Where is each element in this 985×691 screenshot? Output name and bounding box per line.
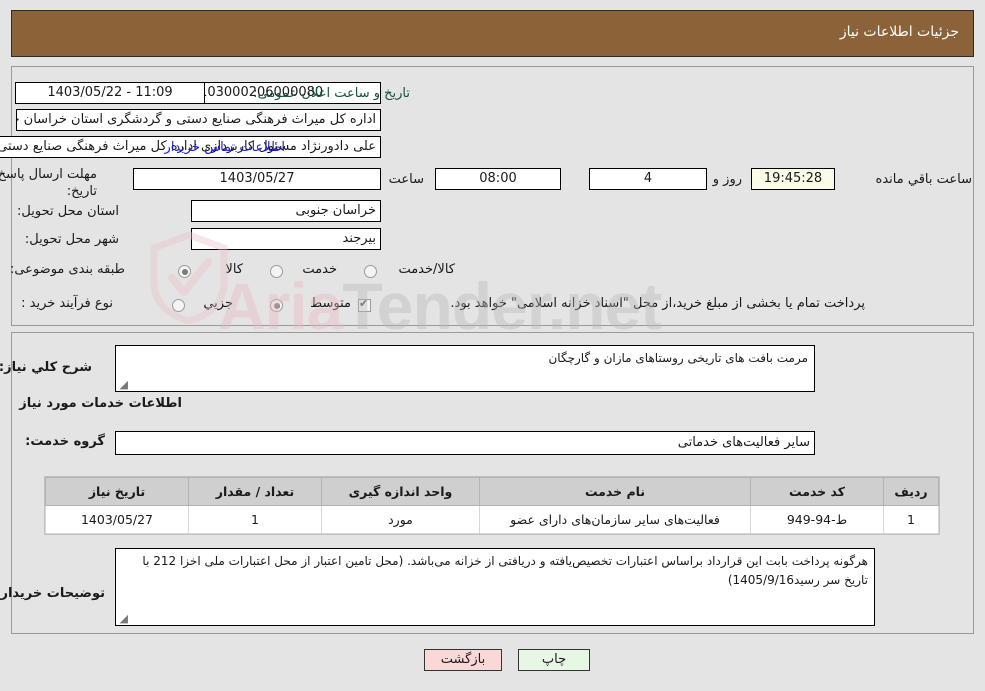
page-header-bar: جزئیات اطلاعات نیاز xyxy=(11,10,974,57)
category-radio-khedmat[interactable] xyxy=(270,265,283,278)
buyer-notes-textarea[interactable]: هرگونه پرداخت بابت این قرارداد براساس اع… xyxy=(115,548,875,626)
page-root: جزئیات اطلاعات نیاز شماره نیاز: 11030002… xyxy=(0,0,985,691)
col-quantity: تعداد / مقدار xyxy=(188,477,322,506)
services-grid: ردیف کد خدمت نام خدمت واحد اندازه گیری ت… xyxy=(45,477,939,534)
deadline-hour-label: ساعت xyxy=(388,172,424,187)
remaining-time-value: 19:45:28 xyxy=(751,168,835,190)
cell-service-code: ط-94-949 xyxy=(750,505,884,534)
col-need-date: تاریخ نیاز xyxy=(45,477,189,506)
back-button[interactable]: بازگشت xyxy=(424,649,502,671)
public-notice-label: تاریخ و ساعت اعلان عمومی: xyxy=(253,86,410,101)
table-row: 1 ط-94-949 فعالیت‌های سایر سازمان‌های دا… xyxy=(45,505,939,534)
category-label-khedmat[interactable]: خدمت xyxy=(302,262,337,277)
need-summary-panel xyxy=(11,66,974,326)
treasury-bonds-text: پرداخت تمام یا بخشی از مبلغ خرید،از محل … xyxy=(450,296,865,311)
deadline-label-line1: مهلت ارسال پاسخ: تا xyxy=(0,167,97,182)
services-info-heading: اطلاعات خدمات مورد نیاز xyxy=(19,396,182,411)
process-label: نوع فرآیند خرید : xyxy=(21,296,113,311)
col-service-name: نام خدمت xyxy=(479,477,751,506)
buyer-notes-label: توضیحات خریدار: xyxy=(0,586,105,601)
general-desc-value: مرمت بافت های تاریخی روستاهای مازان و گا… xyxy=(548,351,808,365)
cell-row-no: 1 xyxy=(883,505,939,534)
process-label-motevasset[interactable]: متوسط xyxy=(310,296,351,311)
deadline-label-line2: تاریخ: xyxy=(66,184,97,199)
buyer-org-value: اداره کل میراث فرهنگی صنایع دستی و گردشگ… xyxy=(16,109,381,131)
category-label-kala[interactable]: کالا xyxy=(225,262,243,277)
process-radio-motevasset[interactable] xyxy=(270,299,283,312)
buyer-contact-link[interactable]: اطلاعات تماس خریدار xyxy=(165,140,285,155)
general-desc-label: شرح کلي نیاز: xyxy=(0,360,92,375)
cell-unit: مورد xyxy=(321,505,480,534)
province-label: استان محل تحویل: xyxy=(17,204,119,219)
category-radio-kala[interactable] xyxy=(178,265,191,278)
resize-grip-icon[interactable]: ◢ xyxy=(118,613,128,624)
col-row-no: ردیف xyxy=(883,477,939,506)
city-label: شهر محل تحویل: xyxy=(24,232,119,247)
public-notice-value: 11:09 - 1403/05/22 xyxy=(15,82,205,104)
service-group-value: سایر فعالیت‌های خدماتی xyxy=(115,431,815,455)
resize-grip-icon[interactable]: ◢ xyxy=(118,379,128,390)
general-desc-textarea[interactable]: مرمت بافت های تاریخی روستاهای مازان و گا… xyxy=(115,345,815,392)
print-button[interactable]: چاپ xyxy=(518,649,590,671)
services-table: ردیف کد خدمت نام خدمت واحد اندازه گیری ت… xyxy=(44,476,940,535)
process-radio-jozei[interactable] xyxy=(172,299,185,312)
remaining-time-suffix: ساعت باقي مانده xyxy=(875,172,972,187)
deadline-hour-value: 08:00 xyxy=(435,168,561,190)
remaining-days-suffix: روز و xyxy=(712,172,742,187)
table-header-row: ردیف کد خدمت نام خدمت واحد اندازه گیری ت… xyxy=(45,477,939,506)
cell-quantity: 1 xyxy=(188,505,322,534)
col-unit: واحد اندازه گیری xyxy=(321,477,480,506)
service-group-label: گروه خدمت: xyxy=(25,434,105,449)
process-label-jozei[interactable]: جزیي xyxy=(203,296,233,311)
col-service-code: کد خدمت xyxy=(750,477,884,506)
page-title: جزئیات اطلاعات نیاز xyxy=(839,24,959,40)
treasury-bonds-checkbox[interactable] xyxy=(358,297,371,312)
category-radio-kala-khedmat[interactable] xyxy=(364,265,377,278)
province-value: خراسان جنوبی xyxy=(191,200,381,222)
buyer-notes-value: هرگونه پرداخت بابت این قرارداد براساس اع… xyxy=(142,554,868,587)
category-label: طبقه بندی موضوعی: xyxy=(9,262,125,277)
deadline-date-value: 1403/05/27 xyxy=(133,168,381,190)
remaining-days-value: 4 xyxy=(589,168,707,190)
cell-service-name: فعالیت‌های سایر سازمان‌های دارای عضو xyxy=(479,505,751,534)
city-value: بیرجند xyxy=(191,228,381,250)
cell-need-date: 1403/05/27 xyxy=(45,505,189,534)
category-label-kala-khedmat[interactable]: کالا/خدمت xyxy=(398,262,455,277)
